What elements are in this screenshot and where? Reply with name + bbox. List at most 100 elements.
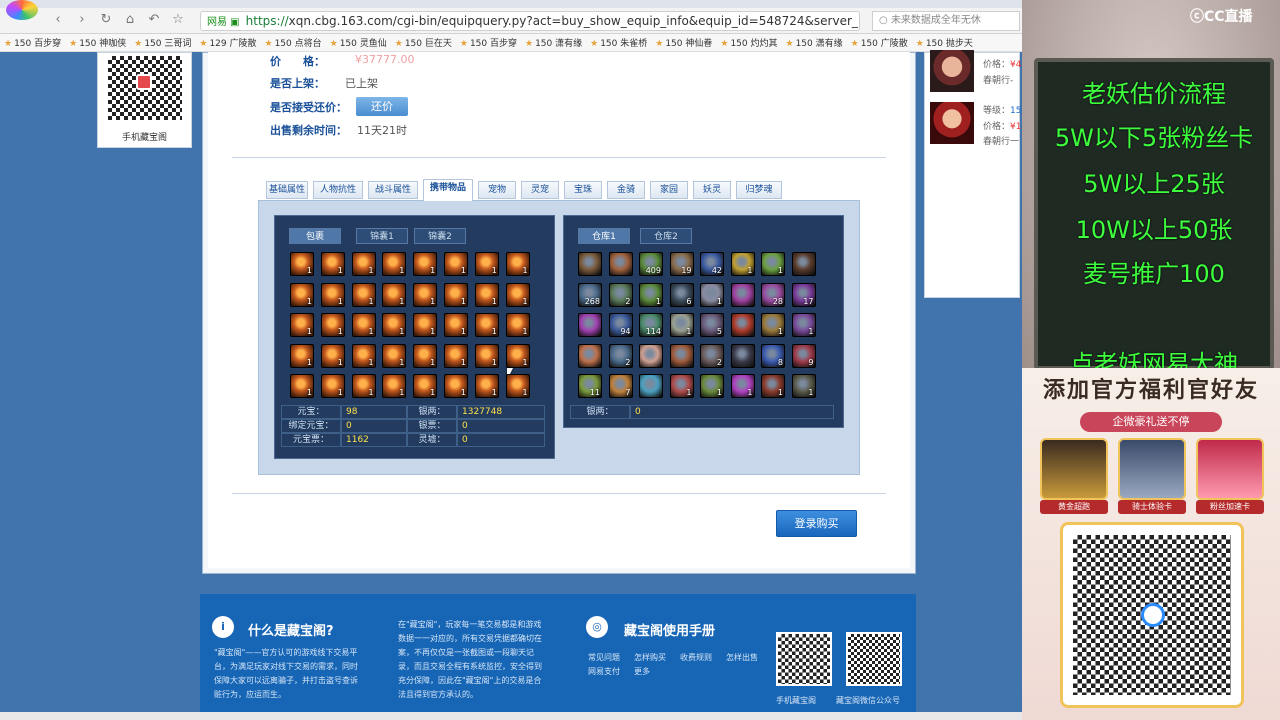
bag-slot[interactable]: 1 [413, 313, 438, 337]
bag-slot[interactable]: 1 [444, 282, 468, 307]
counter-offer-button[interactable]: 还价 [356, 97, 408, 116]
bookmark-item[interactable]: 150 潇有缘 [525, 36, 582, 49]
warehouse-slot[interactable] [578, 313, 602, 337]
bag-tab[interactable]: 包裹 [289, 228, 341, 244]
warehouse-slot[interactable]: 1 [700, 374, 724, 398]
tab-item[interactable]: 宝珠 [564, 181, 602, 199]
bag-slot[interactable]: 1 [444, 374, 468, 398]
bag-slot[interactable]: 1 [474, 282, 499, 307]
url-input[interactable]: 网易 ▣ https://xqn.cbg.163.com/cgi-bin/equi… [200, 11, 860, 31]
footer-link[interactable]: 网易支付 [588, 665, 620, 679]
bag-slot[interactable]: 1 [382, 313, 407, 337]
warehouse-slot[interactable]: 2 [608, 282, 633, 307]
bag-slot[interactable]: 1 [351, 282, 376, 307]
bag-slot[interactable]: 1 [474, 313, 499, 337]
bag-slot[interactable]: 1 [505, 374, 530, 398]
bag-slot[interactable]: 1 [505, 313, 530, 337]
bag-tab[interactable]: 锦囊1 [356, 228, 408, 244]
warehouse-slot[interactable] [791, 252, 816, 276]
reload-icon[interactable]: ↻ [98, 12, 114, 28]
bag-tab[interactable]: 锦囊2 [414, 228, 466, 244]
warehouse-slot[interactable] [639, 374, 663, 398]
bag-slot[interactable]: 1 [320, 252, 345, 276]
bookmark-item[interactable]: 150 朱雀桥 [590, 36, 647, 49]
bag-slot[interactable]: 1 [351, 252, 376, 276]
bag-slot[interactable]: 1 [290, 343, 314, 368]
warehouse-tab[interactable]: 仓库2 [640, 228, 692, 244]
character-avatar[interactable] [930, 102, 974, 144]
bookmark-item[interactable]: 150 潇有缘 [786, 36, 843, 49]
character-avatar[interactable] [930, 50, 974, 92]
bookmark-item[interactable]: 150 点将台 [265, 36, 322, 49]
bag-slot[interactable]: 1 [413, 343, 438, 368]
warehouse-slot[interactable] [669, 343, 694, 368]
warehouse-slot[interactable] [578, 343, 602, 368]
warehouse-slot[interactable]: 42 [700, 252, 724, 276]
bookmark-item[interactable]: 150 灼灼其 [720, 36, 777, 49]
bookmark-item[interactable]: 150 神仙眷 [655, 36, 712, 49]
warehouse-slot[interactable]: 6 [669, 282, 694, 307]
tab-item[interactable]: 宠物 [478, 181, 516, 199]
footer-link[interactable]: 收费规则 [680, 651, 712, 665]
warehouse-slot[interactable]: 2 [700, 343, 724, 368]
warehouse-slot[interactable]: 409 [639, 252, 663, 276]
back-icon[interactable]: ‹ [50, 12, 66, 28]
bag-slot[interactable]: 1 [320, 343, 345, 368]
warehouse-tab[interactable]: 仓库1 [578, 228, 630, 244]
undo-icon[interactable]: ↶ [146, 12, 162, 28]
warehouse-slot[interactable]: 1 [761, 374, 785, 398]
bookmark-item[interactable]: 150 三哥词 [134, 36, 191, 49]
login-buy-button[interactable]: 登录购买 [776, 510, 857, 537]
forward-icon[interactable]: › [74, 12, 90, 28]
warehouse-slot[interactable]: 1 [639, 282, 663, 307]
tab-item[interactable]: 灵宠 [521, 181, 559, 199]
warehouse-slot[interactable]: 114 [639, 313, 663, 337]
bag-slot[interactable]: 1 [505, 252, 530, 276]
bookmark-item[interactable]: 150 抛步天 [916, 36, 973, 49]
bag-slot[interactable]: 1 [413, 282, 438, 307]
related-item-2[interactable]: 等级：15 [983, 103, 1021, 116]
bag-slot[interactable]: 1 [290, 252, 314, 276]
warehouse-slot[interactable]: 1 [700, 282, 724, 307]
warehouse-slot[interactable] [639, 343, 663, 368]
bag-slot[interactable]: 1 [444, 252, 468, 276]
warehouse-slot[interactable]: 11 [578, 374, 602, 398]
bag-slot[interactable]: 1 [474, 374, 499, 398]
bag-slot[interactable]: 1 [290, 282, 314, 307]
warehouse-slot[interactable]: 5 [700, 313, 724, 337]
related-item-1[interactable]: 价格：¥4 [983, 57, 1021, 70]
bag-slot[interactable]: 1 [474, 343, 499, 368]
bag-slot[interactable]: 1 [413, 374, 438, 398]
warehouse-slot[interactable]: 1 [791, 374, 816, 398]
footer-link[interactable]: 常见问题 [588, 651, 620, 665]
bag-slot[interactable]: 1 [444, 313, 468, 337]
tab-item[interactable]: 战斗属性 [368, 181, 418, 199]
bag-slot[interactable]: 1 [320, 282, 345, 307]
tab-item[interactable]: 妖灵 [693, 181, 731, 199]
tab-strip[interactable] [0, 0, 1022, 8]
warehouse-slot[interactable]: 1 [761, 313, 785, 337]
bag-slot[interactable]: 1 [382, 374, 407, 398]
home-icon[interactable]: ⌂ [122, 12, 138, 28]
warehouse-slot[interactable]: 94 [608, 313, 633, 337]
bookmark-item[interactable]: 150 百步穿 [460, 36, 517, 49]
bag-slot[interactable]: 1 [351, 343, 376, 368]
star-icon[interactable]: ☆ [170, 12, 186, 28]
bag-slot[interactable]: 1 [351, 374, 376, 398]
footer-link[interactable]: 怎样出售 [726, 651, 758, 665]
footer-link[interactable]: 怎样购买 [634, 651, 666, 665]
bag-slot[interactable]: 1 [505, 343, 530, 368]
tab-item[interactable]: 金骑 [607, 181, 645, 199]
warehouse-slot[interactable] [730, 313, 755, 337]
warehouse-slot[interactable] [578, 252, 602, 276]
warehouse-slot[interactable]: 1 [669, 313, 694, 337]
warehouse-slot[interactable]: 1 [761, 252, 785, 276]
bag-slot[interactable]: 1 [382, 282, 407, 307]
warehouse-slot[interactable] [730, 343, 755, 368]
tab-active[interactable]: 携带物品 [423, 179, 473, 201]
warehouse-slot[interactable]: 28 [761, 282, 785, 307]
bookmark-item[interactable]: 129 广陵散 [199, 36, 256, 49]
bag-slot[interactable]: 1 [444, 343, 468, 368]
warehouse-slot[interactable]: 1 [791, 313, 816, 337]
warehouse-slot[interactable] [730, 282, 755, 307]
